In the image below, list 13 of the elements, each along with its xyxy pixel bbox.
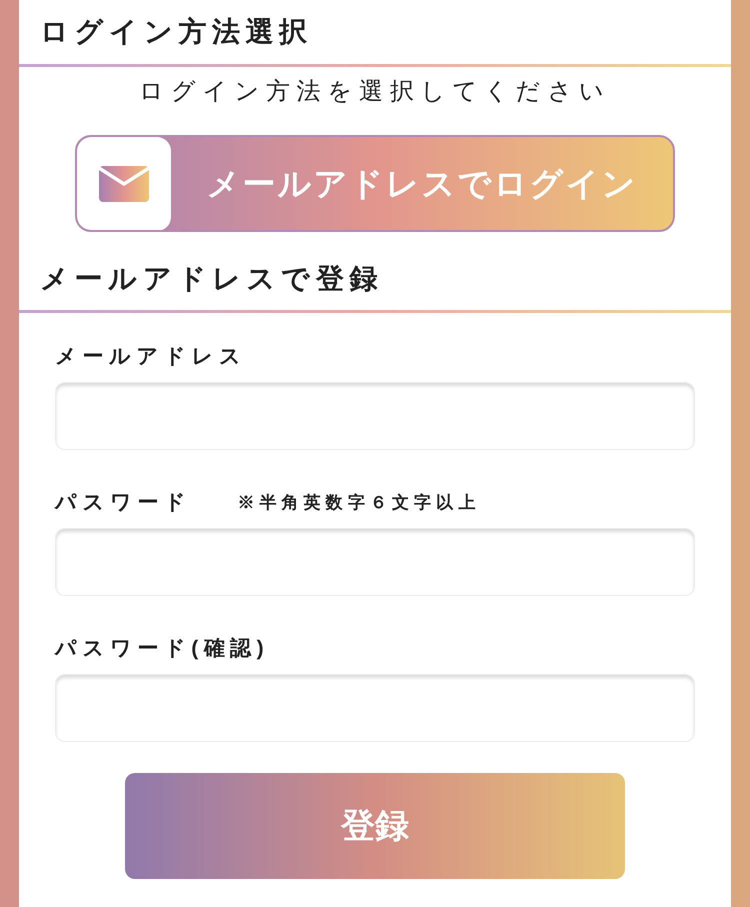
input-field[interactable]	[55, 528, 695, 596]
field-label: パスワード	[55, 490, 192, 516]
input-field[interactable]	[55, 382, 695, 450]
field-note: ※半角英数字６文字以上	[237, 492, 480, 514]
envelope-icon	[77, 137, 171, 230]
field-label: パスワード(確認)	[55, 636, 270, 662]
email-login-button[interactable]: メールアドレスでログイン	[75, 135, 675, 232]
register-button[interactable]: 登録	[125, 773, 625, 879]
section-heading: メールアドレスで登録	[40, 262, 383, 296]
field-label: メールアドレス	[55, 344, 246, 370]
section-heading: ログイン方法選択	[40, 15, 313, 49]
instruction-text: ログイン方法を選択してください	[138, 77, 612, 107]
input-field[interactable]	[55, 674, 695, 742]
